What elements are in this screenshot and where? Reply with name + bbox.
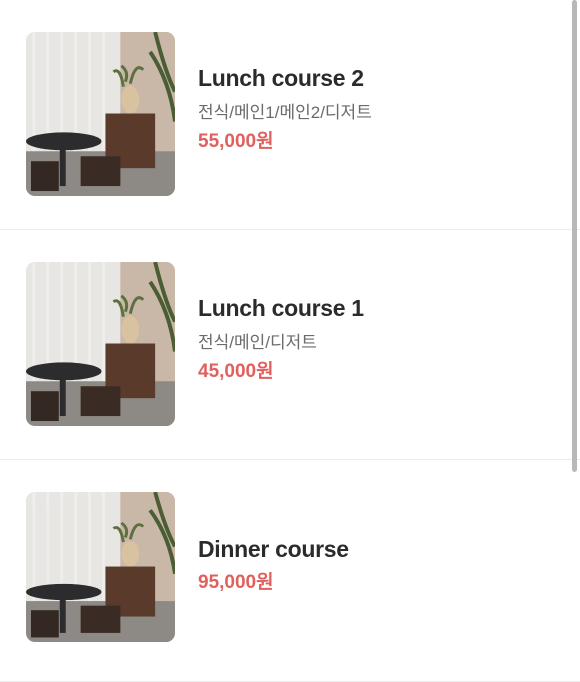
menu-item-lunch-course-1[interactable]: Lunch course 1 전식/메인/디저트 45,000원	[0, 230, 580, 460]
menu-item-photo	[26, 262, 175, 426]
menu-item-name: Lunch course 2	[198, 65, 364, 91]
scrollbar[interactable]	[572, 0, 577, 472]
menu-item-description: 전식/메인/디저트	[198, 333, 317, 352]
menu-item-description: 전식/메인1/메인2/디저트	[198, 103, 372, 122]
menu-item-photo	[26, 32, 175, 196]
menu-item-photo	[26, 492, 175, 642]
menu-item-price: 55,000원	[198, 131, 274, 152]
menu-item-price: 95,000원	[198, 572, 274, 593]
menu-list: Lunch course 2 전식/메인1/메인2/디저트 55,000원 Lu…	[0, 0, 580, 682]
menu-item-name: Dinner course	[198, 536, 349, 562]
menu-item-lunch-course-2[interactable]: Lunch course 2 전식/메인1/메인2/디저트 55,000원	[0, 0, 580, 230]
menu-item-dinner-course[interactable]: Dinner course 95,000원	[0, 460, 580, 682]
menu-item-name: Lunch course 1	[198, 295, 364, 321]
menu-item-price: 45,000원	[198, 361, 274, 382]
